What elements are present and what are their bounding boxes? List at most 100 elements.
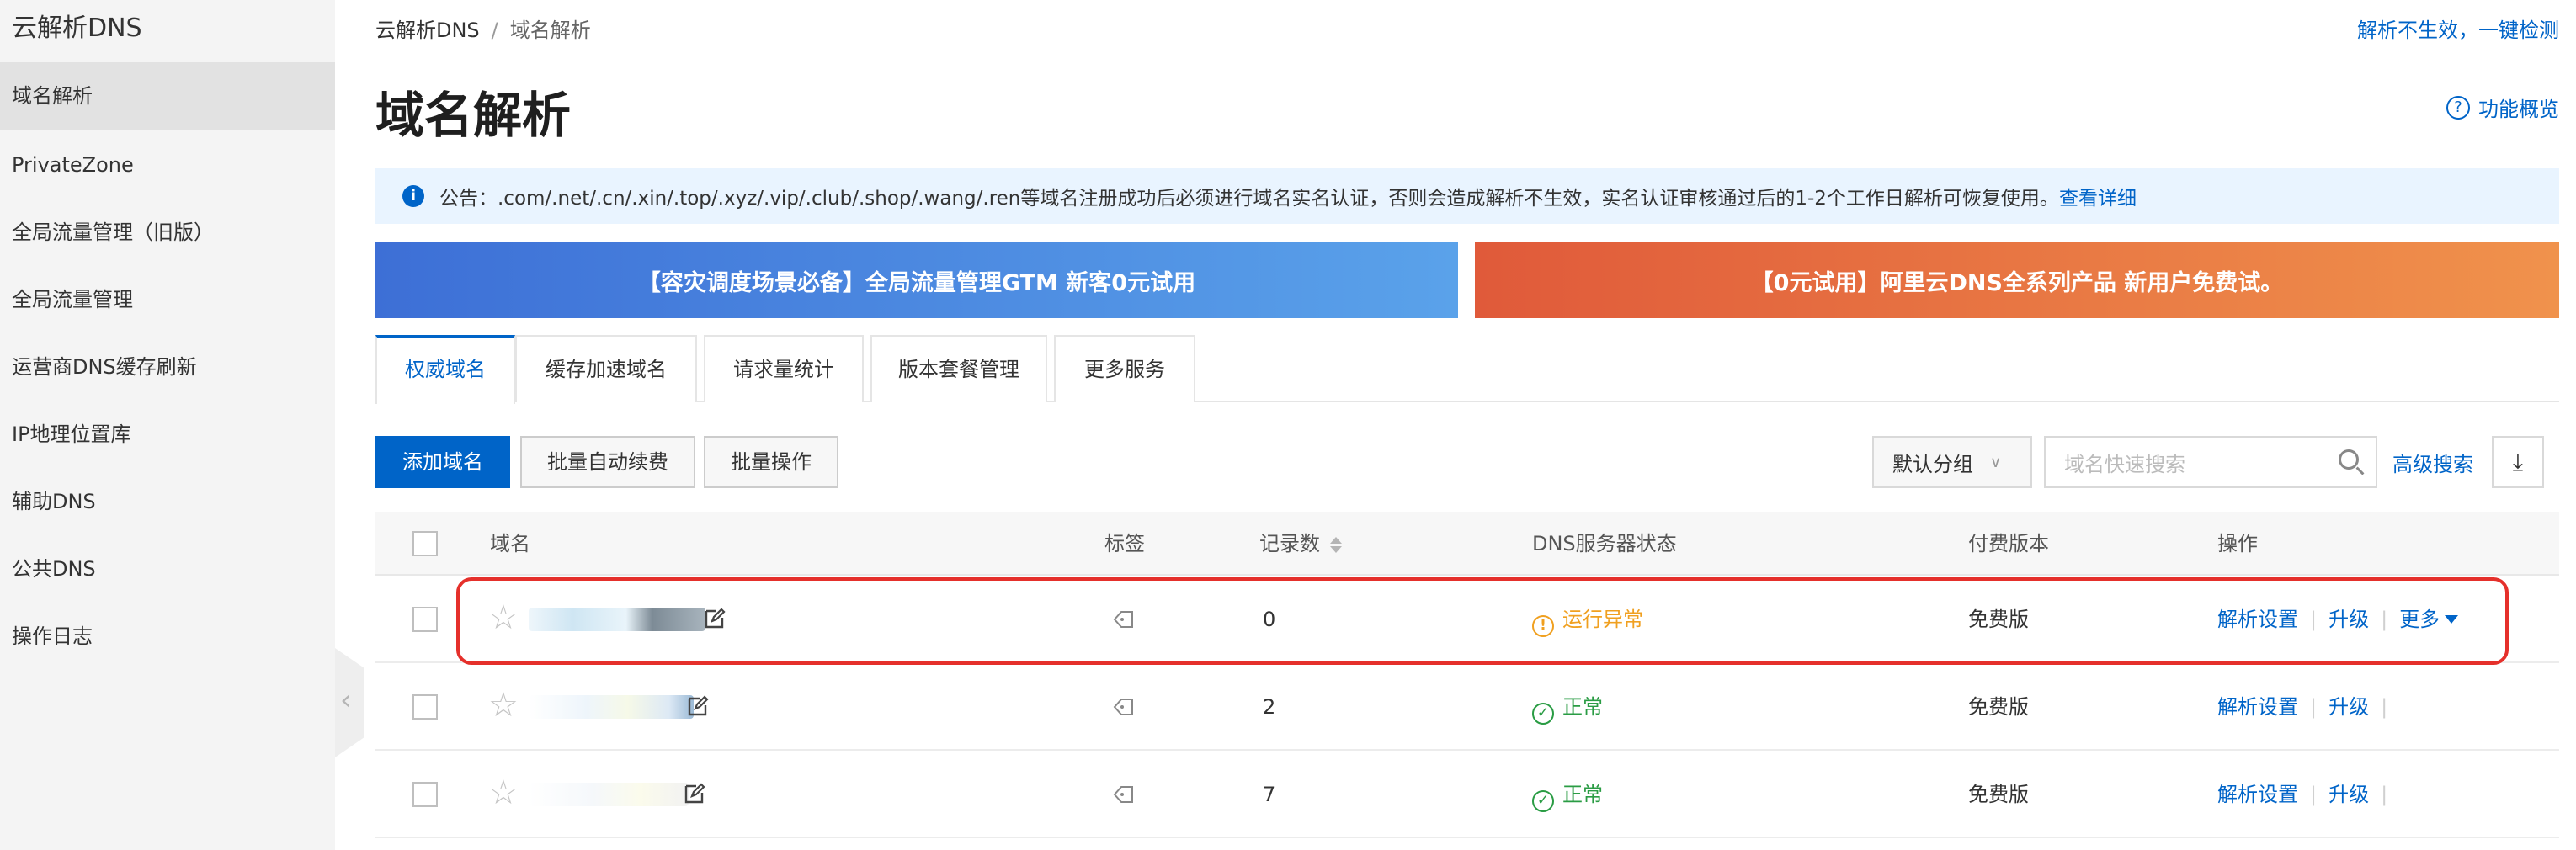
upgrade-link[interactable]: 升级	[2329, 695, 2369, 719]
check-circle-icon: ✓	[1532, 702, 1554, 725]
download-button[interactable]: ⤓	[2492, 436, 2544, 488]
announcement-details-link[interactable]: 查看详细	[2059, 182, 2137, 210]
dns-status-text: 正常	[1562, 783, 1603, 806]
dns-free-trial-banner[interactable]: 【0元试用】阿里云DNS全系列产品 新用户免费试。	[1475, 242, 2559, 318]
announcement-text: 公告：.com/.net/.cn/.xin/.top/.xyz/.vip/.cl…	[439, 188, 2059, 210]
column-records[interactable]: 记录数	[1259, 512, 1342, 576]
breadcrumb: 云解析DNS / 域名解析	[375, 13, 591, 43]
info-icon: i	[402, 185, 424, 207]
upgrade-link[interactable]: 升级	[2329, 783, 2369, 806]
edit-icon[interactable]	[687, 695, 709, 717]
row-actions: 解析设置 | 升级 |	[2217, 695, 2388, 719]
table-row: ☆ 0 ! 运行异常 免费版 解析设置 | 升级 | 更多	[375, 576, 2559, 663]
sidebar-item-gtm[interactable]: 全局流量管理	[0, 266, 335, 333]
caret-down-icon	[2445, 615, 2459, 624]
column-domain: 域名	[490, 532, 530, 555]
tag-icon[interactable]	[1113, 697, 1135, 717]
check-circle-icon: ✓	[1532, 789, 1554, 812]
column-plan: 付费版本	[1968, 532, 2049, 555]
star-icon[interactable]: ☆	[488, 776, 519, 810]
tab-bar: 权威域名 缓存加速域名 请求量统计 版本套餐管理 更多服务	[375, 335, 2559, 404]
plan-version: 免费版	[1968, 783, 2029, 806]
dns-status-text: 正常	[1562, 695, 1603, 719]
column-dns-status: DNS服务器状态	[1532, 532, 1677, 555]
chevron-left-icon: ‹	[340, 683, 352, 717]
tab-plan-management[interactable]: 版本套餐管理	[870, 335, 1047, 402]
column-records-label: 记录数	[1259, 532, 1320, 555]
upgrade-link[interactable]: 升级	[2329, 608, 2369, 631]
sidebar-item-gtm-legacy[interactable]: 全局流量管理（旧版）	[0, 199, 335, 266]
sidebar-collapse-handle[interactable]: ‹	[335, 648, 364, 757]
tab-authoritative-domains[interactable]: 权威域名	[375, 335, 515, 404]
row-checkbox[interactable]	[412, 782, 438, 807]
group-select[interactable]: 默认分组 ∨	[1872, 436, 2032, 488]
sidebar: 云解析DNS 域名解析 PrivateZone 全局流量管理（旧版） 全局流量管…	[0, 0, 335, 850]
dns-status: ! 运行异常	[1532, 576, 1643, 663]
diagnose-link[interactable]: 解析不生效，一键检测	[2357, 13, 2559, 43]
feature-overview-label: 功能概览	[2478, 98, 2559, 121]
search-placeholder: 域名快速搜索	[2064, 452, 2185, 476]
row-actions: 解析设置 | 升级 | 更多	[2217, 576, 2459, 663]
domain-name-redacted[interactable]	[529, 783, 689, 806]
search-icon[interactable]	[2339, 449, 2359, 470]
dns-status: ✓ 正常	[1532, 751, 1603, 838]
breadcrumb-root[interactable]: 云解析DNS	[375, 19, 480, 42]
download-icon: ⤓	[2512, 448, 2524, 475]
breadcrumb-current: 域名解析	[509, 19, 591, 42]
domain-search-input[interactable]: 域名快速搜索	[2044, 436, 2377, 488]
table-row: ☆ 2 ✓ 正常 免费版 解析设置 | 升级 |	[375, 663, 2559, 751]
sidebar-item-privatezone[interactable]: PrivateZone	[0, 131, 335, 199]
more-dropdown[interactable]: 更多	[2399, 608, 2459, 631]
announcement-bar: i 公告：.com/.net/.cn/.xin/.top/.xyz/.vip/.…	[375, 168, 2559, 224]
advanced-search-link[interactable]: 高级搜索	[2392, 448, 2473, 477]
sidebar-item-public-dns[interactable]: 公共DNS	[0, 535, 335, 603]
resolve-settings-link[interactable]: 解析设置	[2217, 783, 2298, 806]
feature-overview-link[interactable]: ? 功能概览	[2446, 93, 2559, 122]
warning-icon: !	[1532, 614, 1554, 637]
edit-icon[interactable]	[684, 783, 705, 805]
tab-cache-acceleration[interactable]: 缓存加速域名	[515, 335, 697, 402]
resolve-settings-link[interactable]: 解析设置	[2217, 608, 2298, 631]
resolve-settings-link[interactable]: 解析设置	[2217, 695, 2298, 719]
sidebar-item-domain-resolution[interactable]: 域名解析	[0, 62, 335, 130]
star-icon[interactable]: ☆	[488, 688, 519, 722]
sidebar-item-secondary-dns[interactable]: 辅助DNS	[0, 468, 335, 535]
dns-status: ✓ 正常	[1532, 663, 1603, 751]
dns-status-text: 运行异常	[1562, 608, 1643, 631]
edit-icon[interactable]	[704, 608, 726, 630]
batch-operation-button[interactable]: 批量操作	[704, 436, 838, 488]
table-header: 域名 标签 记录数 DNS服务器状态 付费版本 操作	[375, 512, 2559, 576]
column-actions: 操作	[2217, 532, 2258, 555]
domain-name-redacted[interactable]	[529, 608, 705, 631]
more-label: 更多	[2399, 608, 2440, 631]
record-count: 7	[1263, 783, 1276, 806]
breadcrumb-separator: /	[491, 19, 498, 42]
column-tags: 标签	[1104, 532, 1145, 555]
sidebar-item-operation-log[interactable]: 操作日志	[0, 603, 335, 670]
row-checkbox[interactable]	[412, 694, 438, 720]
group-select-value: 默认分组	[1892, 452, 1973, 476]
question-circle-icon: ?	[2446, 95, 2470, 120]
table-row: ☆ 7 ✓ 正常 免费版 解析设置 | 升级 |	[375, 751, 2559, 838]
plan-version: 免费版	[1968, 695, 2029, 719]
record-count: 0	[1263, 608, 1276, 631]
star-icon[interactable]: ☆	[488, 601, 519, 635]
record-count: 2	[1263, 695, 1276, 719]
tag-icon[interactable]	[1113, 784, 1135, 805]
row-checkbox[interactable]	[412, 607, 438, 632]
plan-version: 免费版	[1968, 608, 2029, 631]
select-all-checkbox[interactable]	[412, 531, 438, 556]
gtm-promo-banner[interactable]: 【容灾调度场景必备】全局流量管理GTM 新客0元试用	[375, 242, 1458, 318]
sidebar-item-ip-geo[interactable]: IP地理位置库	[0, 401, 335, 468]
tab-request-stats[interactable]: 请求量统计	[704, 335, 864, 402]
tag-icon[interactable]	[1113, 609, 1135, 630]
sidebar-title: 云解析DNS	[12, 13, 142, 43]
batch-auto-renew-button[interactable]: 批量自动续费	[520, 436, 695, 488]
domain-name-redacted[interactable]	[529, 695, 694, 719]
page-title: 域名解析	[375, 87, 572, 144]
sidebar-item-isp-cache-refresh[interactable]: 运营商DNS缓存刷新	[0, 333, 335, 401]
chevron-down-icon: ∨	[1990, 453, 2002, 471]
sort-icon[interactable]	[1330, 536, 1342, 553]
add-domain-button[interactable]: 添加域名	[375, 436, 510, 488]
tab-more-services[interactable]: 更多服务	[1054, 335, 1195, 402]
